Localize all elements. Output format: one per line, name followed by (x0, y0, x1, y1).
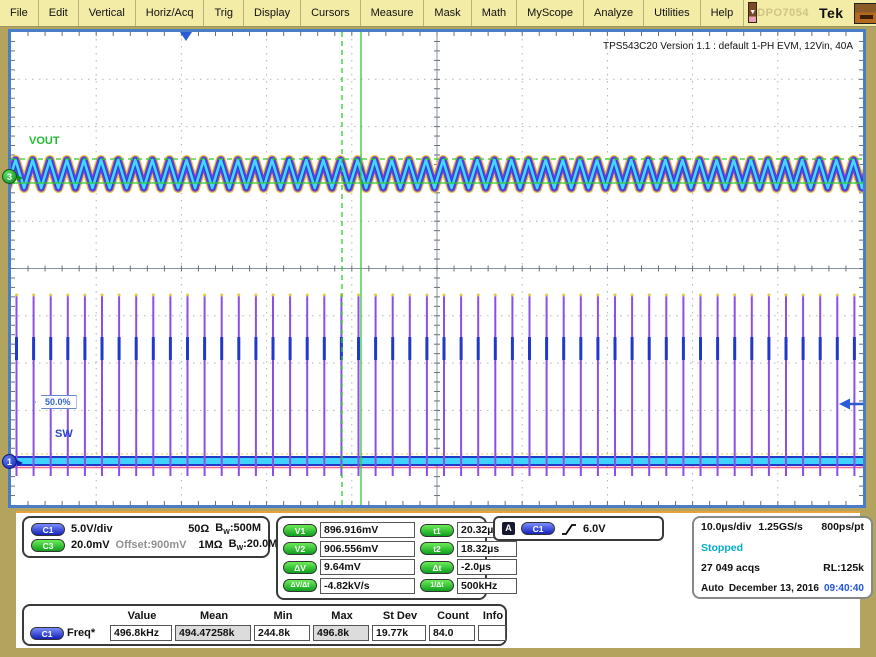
ch1-bandwidth: BW:500M (215, 522, 261, 536)
rising-edge-icon (561, 522, 577, 536)
timebase-scale: 10.0µs/div (701, 521, 751, 533)
cursor-readout-panel: V1896.916mV V2906.556mV ΔV9.64mV ΔV/Δt-4… (276, 516, 487, 600)
channel-readout-panel[interactable]: C1 5.0V/div 50Ω BW:500M C3 20.0mV Offset… (22, 516, 270, 558)
menu-edit[interactable]: Edit (39, 0, 79, 26)
acq-count: 27 049 acqs (701, 562, 760, 574)
tek-logo: Tek (819, 5, 844, 21)
sw-trace-label: SW (55, 428, 73, 440)
dvdt-badge: ΔV/Δt (283, 579, 317, 592)
sample-rate: 1.25GS/s (758, 521, 802, 533)
dvdt-value: -4.82kV/s (320, 578, 415, 594)
trigger-readout-panel[interactable]: A C1 6.0V (493, 516, 664, 541)
dt-value: -2.0µs (457, 559, 517, 575)
menu-file[interactable]: File (0, 0, 39, 26)
t2-badge: t2 (420, 542, 454, 555)
ch3-badge[interactable]: C3 (31, 539, 65, 552)
measurement-table-panel: Value Mean Min Max St Dev Count Info C1 … (22, 604, 507, 646)
channel-3-marker[interactable]: 3 (2, 169, 17, 184)
meas-mean: 494.47258k (175, 625, 251, 641)
v1-value: 896.916mV (320, 522, 415, 538)
waveform-display[interactable] (11, 32, 863, 505)
trigger-a-badge: A (502, 522, 515, 535)
ch3-offset: Offset:900mV (116, 539, 187, 551)
menu-math[interactable]: Math (472, 0, 517, 26)
t2-value: 18.32µs (457, 541, 517, 557)
channel-3-readout[interactable]: C3 20.0mV Offset:900mV 1MΩ BW:20.0M (31, 538, 261, 552)
menu-measure[interactable]: Measure (361, 0, 425, 26)
channel-1-arrow-icon (17, 460, 26, 466)
ch3-impedance: 1MΩ (198, 539, 222, 551)
menu-horiz-acq[interactable]: Horiz/Acq (136, 0, 205, 26)
trigger-mode: Auto (701, 583, 724, 594)
screen-annotation: TPS543C20 Version 1.1 : default 1-PH EVM… (603, 41, 853, 52)
meas-info (478, 625, 506, 641)
menu-trig[interactable]: Trig (204, 0, 244, 26)
header-stdev: St Dev (373, 610, 427, 622)
v2-badge: V2 (283, 542, 317, 555)
meas-stdev: 19.77k (372, 625, 426, 641)
meas-min: 244.8k (254, 625, 310, 641)
horizontal-position-tag: 50.0% (35, 395, 77, 409)
channel-1-marker[interactable]: 1 (2, 454, 17, 469)
menu-bar: File Edit Vertical Horiz/Acq Trig Displa… (0, 0, 876, 27)
meas-max: 496.8k (313, 625, 369, 641)
measurement-table-header: Value Mean Min Max St Dev Count Info (30, 608, 499, 624)
toolbar-collapse-button[interactable]: ▼ (748, 2, 757, 23)
meas-value: 496.8kHz (110, 625, 172, 641)
trigger-level: 6.0V (583, 523, 606, 535)
vout-trace-label: VOUT (29, 135, 60, 147)
header-mean: Mean (176, 610, 252, 622)
menu-cursors[interactable]: Cursors (301, 0, 361, 26)
ch1-impedance: 50Ω (188, 523, 209, 535)
meas-name: Freq* (67, 627, 107, 639)
meas-count: 84.0 (429, 625, 475, 641)
dt-badge: Δt (420, 561, 454, 574)
header-min: Min (255, 610, 311, 622)
menu-vertical[interactable]: Vertical (79, 0, 136, 26)
menu-analyze[interactable]: Analyze (584, 0, 644, 26)
channel-1-readout[interactable]: C1 5.0V/div 50Ω BW:500M (31, 522, 261, 536)
ch1-badge[interactable]: C1 (31, 523, 65, 536)
minimize-button[interactable] (854, 3, 876, 24)
date-label: December 13, 2016 (729, 583, 819, 594)
menu-display[interactable]: Display (244, 0, 301, 26)
channel-3-arrow-icon (17, 175, 26, 181)
ch3-bandwidth: BW:20.0M (229, 538, 278, 552)
dv-badge: ΔV (283, 561, 317, 574)
inv-dt-badge: 1/Δt (420, 579, 454, 592)
menu-mask[interactable]: Mask (424, 0, 471, 26)
menu-help[interactable]: Help (701, 0, 745, 26)
v1-badge: V1 (283, 524, 317, 537)
model-label: DPO7054 (757, 7, 809, 19)
ch3-scale: 20.0mV (71, 539, 110, 551)
minimize-icon (860, 15, 873, 19)
menu-myscope[interactable]: MyScope (517, 0, 584, 26)
dv-value: 9.64mV (320, 559, 415, 575)
horizontal-acq-panel: 10.0µs/div 1.25GS/s 800ps/pt Stopped 27 … (692, 516, 873, 599)
t1-badge: t1 (420, 524, 454, 537)
header-info: Info (479, 610, 507, 622)
v2-value: 906.556mV (320, 541, 415, 557)
acq-status: Stopped (701, 542, 743, 554)
trigger-source-badge[interactable]: C1 (521, 522, 555, 535)
inv-dt-value: 500kHz (457, 578, 517, 594)
meas-source-badge: C1 (30, 627, 64, 640)
ch1-scale: 5.0V/div (71, 523, 113, 535)
resolution: 800ps/pt (821, 521, 864, 533)
menu-utilities[interactable]: Utilities (644, 0, 700, 26)
header-max: Max (314, 610, 370, 622)
measurement-row-freq[interactable]: C1 Freq* 496.8kHz 494.47258k 244.8k 496.… (30, 624, 499, 642)
time-label: 09:40:40 (824, 583, 864, 594)
waveform-area: TPS543C20 Version 1.1 : default 1-PH EVM… (8, 29, 866, 508)
header-value: Value (111, 610, 173, 622)
header-count: Count (430, 610, 476, 622)
record-length: RL:125k (823, 562, 864, 574)
